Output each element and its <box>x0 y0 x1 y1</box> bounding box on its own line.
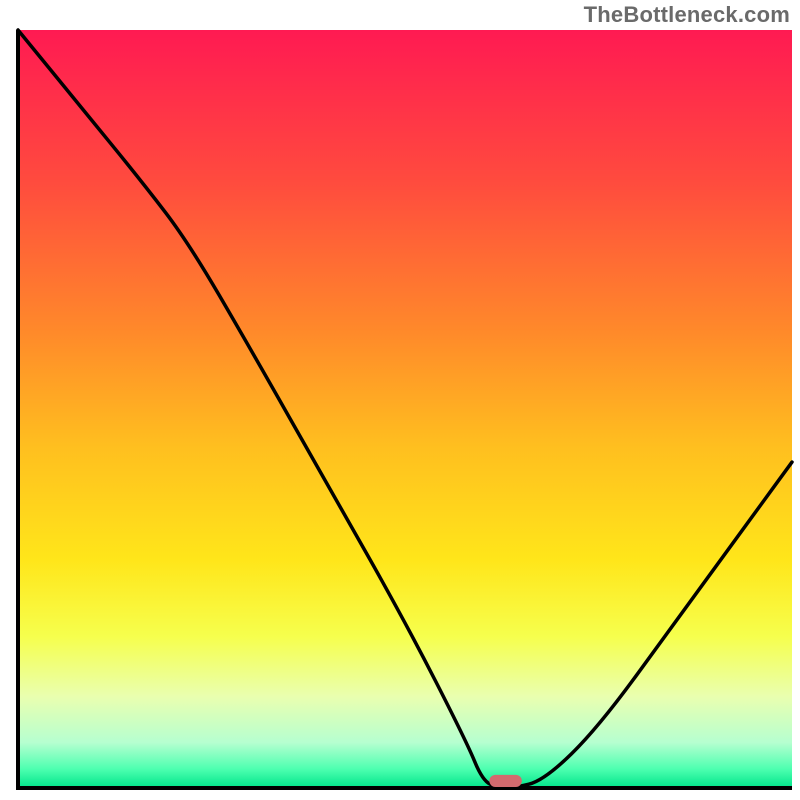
bottleneck-chart <box>0 0 800 800</box>
watermark-text: TheBottleneck.com <box>584 2 790 28</box>
gradient-background <box>18 30 792 788</box>
optimum-marker <box>489 775 522 787</box>
